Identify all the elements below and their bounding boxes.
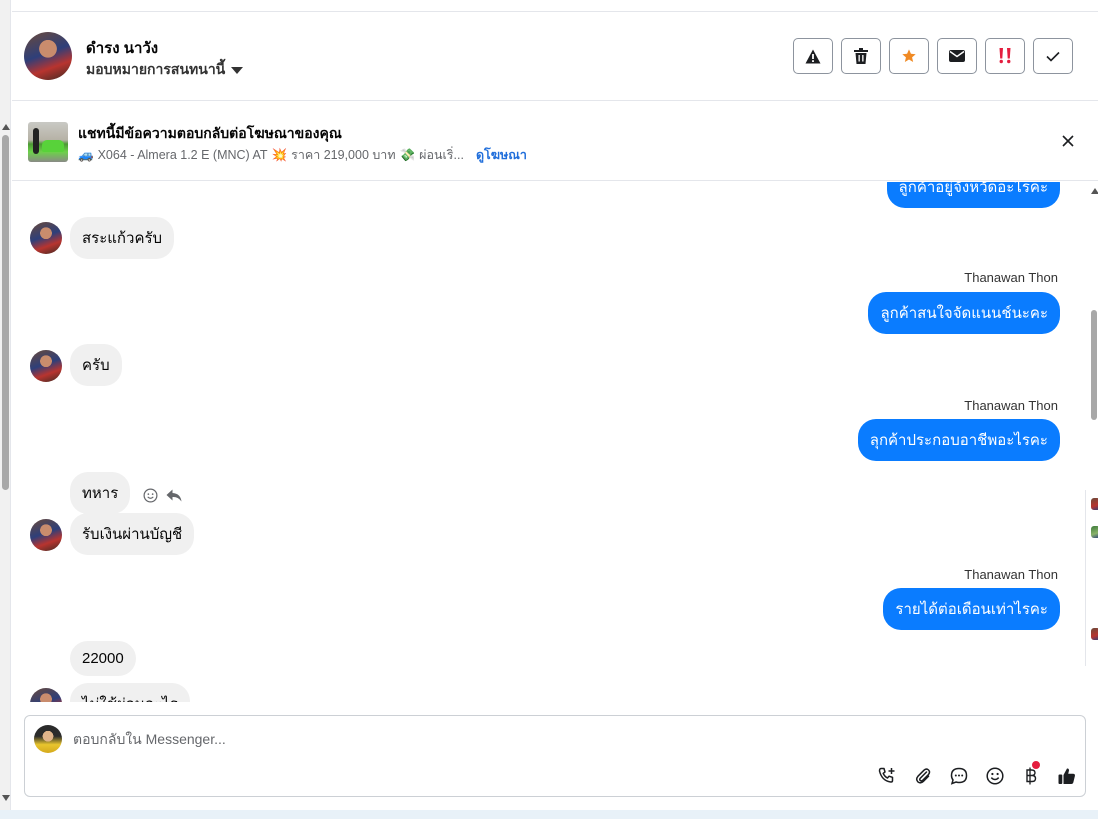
- incoming-message[interactable]: ครับ: [70, 344, 122, 386]
- scroll-up-arrow-icon[interactable]: [2, 124, 10, 130]
- side-panel-edge[interactable]: [1085, 490, 1098, 666]
- contact-avatar-small[interactable]: [30, 350, 62, 382]
- view-ad-link[interactable]: ดูโฆษณา: [476, 145, 527, 165]
- bottom-strip: [0, 810, 1098, 819]
- assign-conversation-dropdown[interactable]: มอบหมายการสนทนานี้: [86, 59, 244, 81]
- reply-composer: [24, 715, 1086, 797]
- contact-avatar-small[interactable]: [30, 519, 62, 551]
- page-avatar: [34, 725, 62, 753]
- message-hover-actions: [143, 488, 182, 503]
- ad-thumbnail-car: [42, 140, 64, 152]
- money-emoji-icon: 💸: [399, 147, 416, 162]
- close-banner-button[interactable]: [1058, 131, 1078, 151]
- incoming-message[interactable]: ไม่ใช้ผ่อนอะไร: [70, 683, 190, 702]
- ad-thumbnail[interactable]: [28, 122, 68, 162]
- mark-done-button[interactable]: [1033, 38, 1073, 74]
- message-thread[interactable]: ลูกค้าอยู่จังหวัดอะไรคะ สระแก้วครับ Than…: [12, 182, 1086, 702]
- chat-bubble-icon: [950, 767, 968, 785]
- incoming-message[interactable]: 22000: [70, 641, 136, 676]
- double-exclamation-icon: [999, 48, 1011, 64]
- outgoing-message[interactable]: ลูกค้าอยู่จังหวัดอะไรคะ: [886, 182, 1060, 208]
- outgoing-message[interactable]: ลุกค้าประกอบอาชีพอะไรคะ: [857, 419, 1060, 461]
- contact-name[interactable]: ดำรง นาวัง: [86, 36, 158, 60]
- composer-tools: [869, 761, 1085, 788]
- burst-emoji-icon: 💥: [271, 147, 288, 162]
- incoming-message[interactable]: รับเงินผ่านบัญชี: [70, 513, 195, 555]
- incoming-message[interactable]: สระแก้วครับ: [70, 217, 175, 259]
- star-icon: [902, 49, 916, 62]
- close-icon: [1062, 135, 1074, 147]
- report-spam-button[interactable]: [793, 38, 833, 74]
- envelope-icon: [949, 50, 965, 62]
- check-icon: [1046, 51, 1060, 62]
- warning-icon: [805, 49, 821, 63]
- smiley-icon: [986, 767, 1004, 785]
- side-avatar[interactable]: [1091, 526, 1098, 538]
- baht-icon: [1026, 767, 1037, 785]
- scrollbar-thumb[interactable]: [2, 135, 9, 490]
- saved-replies-button[interactable]: [941, 764, 977, 788]
- ad-reply-banner: แชทนี้มีข้อความตอบกลับต่อโฆษณาของคุณ 🚙 X…: [12, 101, 1098, 181]
- follow-up-button[interactable]: [985, 38, 1025, 74]
- side-avatar[interactable]: [1091, 628, 1098, 640]
- sender-name: Thanawan Thon: [964, 398, 1058, 413]
- contact-avatar-small[interactable]: [30, 222, 62, 254]
- trash-icon: [854, 48, 868, 64]
- emoji-button[interactable]: [977, 764, 1013, 788]
- incoming-message[interactable]: ทหาร: [70, 472, 131, 514]
- messenger-page: ดำรง นาวัง มอบหมายการสนทนานี้ แชทนี้มีข้…: [0, 0, 1098, 819]
- outgoing-message[interactable]: รายได้ต่อเดือนเท่าไรคะ: [883, 588, 1060, 630]
- side-avatar[interactable]: [1091, 498, 1098, 510]
- paperclip-icon: [915, 768, 931, 784]
- scroll-up-arrow-icon[interactable]: [1091, 188, 1098, 194]
- assign-label: มอบหมายการสนทนานี้: [86, 61, 226, 77]
- notification-dot: [1032, 761, 1040, 769]
- delete-button[interactable]: [841, 38, 881, 74]
- payment-button[interactable]: [1013, 761, 1049, 788]
- contact-avatar[interactable]: [24, 32, 72, 80]
- car-emoji-icon: 🚙: [78, 147, 94, 162]
- ad-banner-description: 🚙 X064 - Almera 1.2 E (MNC) AT 💥 ราคา 21…: [78, 145, 527, 165]
- ad-price: ราคา 219,000 บาท: [291, 148, 396, 162]
- phone-plus-icon: [878, 767, 895, 783]
- thumbs-up-icon: [1058, 768, 1075, 784]
- conversation-header: ดำรง นาวัง มอบหมายการสนทนานี้: [12, 12, 1098, 101]
- call-button[interactable]: [869, 764, 905, 788]
- contact-avatar-small[interactable]: [30, 688, 62, 702]
- mark-unread-button[interactable]: [937, 38, 977, 74]
- scrollbar-thumb[interactable]: [1091, 310, 1097, 420]
- like-button[interactable]: [1049, 764, 1085, 788]
- ad-thumbnail-person: [33, 128, 39, 154]
- caret-down-icon: [231, 66, 244, 74]
- outgoing-message[interactable]: ลูกค้าสนใจจัดแนนช์นะคะ: [868, 292, 1060, 334]
- scroll-down-arrow-icon[interactable]: [2, 795, 10, 801]
- left-scrollbar[interactable]: [0, 0, 11, 810]
- reply-input[interactable]: [73, 728, 973, 750]
- ad-installment: ผ่อนเริ่...: [419, 148, 464, 162]
- reply-arrow-icon[interactable]: [166, 489, 182, 502]
- ad-model: X064 - Almera 1.2 E (MNC) AT: [97, 148, 268, 162]
- ad-banner-title: แชทนี้มีข้อความตอบกลับต่อโฆษณาของคุณ: [78, 125, 342, 141]
- star-button[interactable]: [889, 38, 929, 74]
- sender-name: Thanawan Thon: [964, 567, 1058, 582]
- sender-name: Thanawan Thon: [964, 270, 1058, 285]
- attach-button[interactable]: [905, 764, 941, 788]
- react-smiley-icon[interactable]: [143, 488, 158, 503]
- header-actions: [793, 38, 1073, 74]
